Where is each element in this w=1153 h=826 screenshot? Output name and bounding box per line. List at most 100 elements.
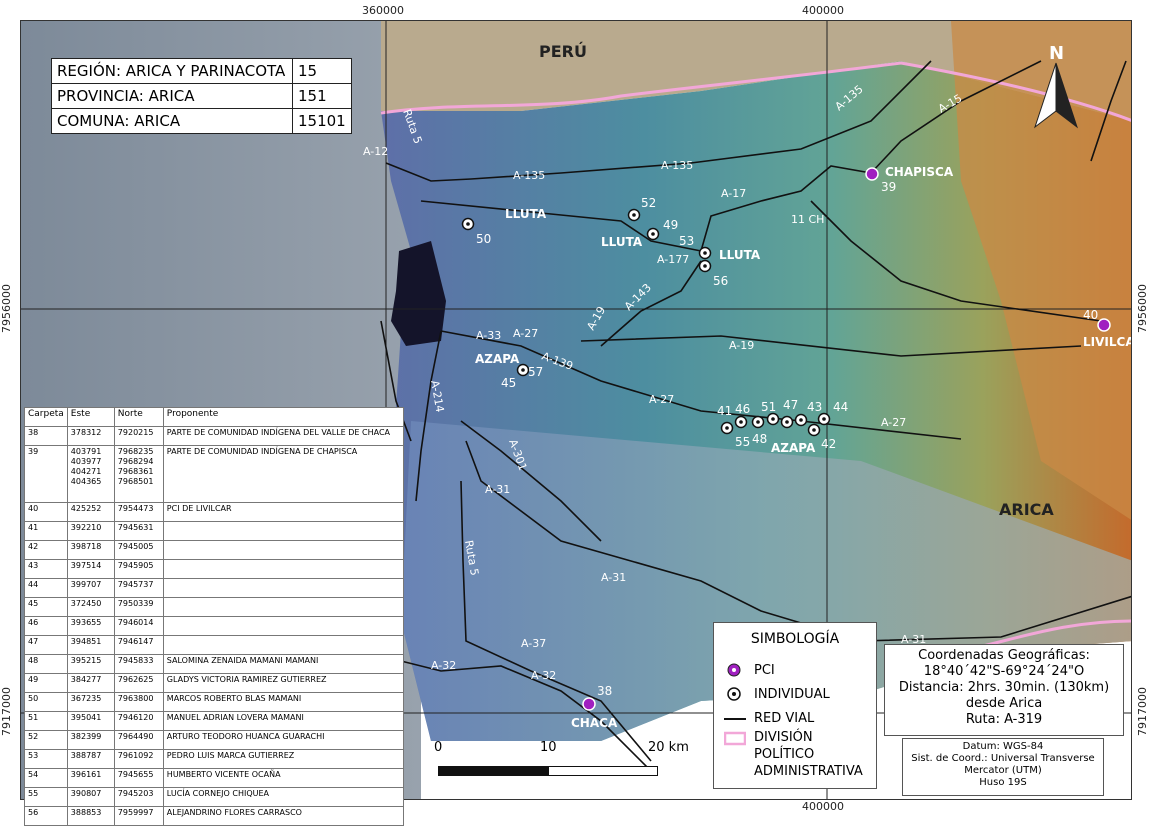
cell-norte: 7964490 <box>113 730 164 750</box>
geo-line-4: desde Arica <box>965 696 1043 711</box>
label-chaca: CHACA <box>571 716 618 730</box>
cell-proponente <box>162 616 405 636</box>
label-lluta-1: LLUTA <box>505 207 547 221</box>
cell-norte: 7945833 <box>113 654 164 674</box>
cell-este: 378312 <box>66 426 115 446</box>
header-norte: Norte <box>113 407 164 427</box>
cell-carpeta: 48 <box>24 654 68 674</box>
table-row: 52 382399 7964490 ARTURO TEODORO HUANCA GUA… <box>24 730 405 750</box>
cell-este: 388853 <box>66 806 115 826</box>
table-row: 42 398718 7945005 <box>24 540 405 560</box>
label-azapa-1: AZAPA <box>475 352 520 366</box>
cell-este: 367235 <box>66 692 115 712</box>
division-box-icon <box>724 731 746 746</box>
coord-right-top: 7956000 <box>1136 284 1149 333</box>
cell-proponente: ALEJANDRINO FLORES CARRASCO <box>162 806 405 826</box>
cell-proponente <box>162 540 405 560</box>
table-row: 44 399707 7945737 <box>24 578 405 598</box>
label-chapisca: CHAPISCA <box>885 165 954 179</box>
datum-line-2: Sist. de Coord.: Universal Transverse <box>911 753 1095 764</box>
legend-label-pci: PCI <box>754 662 775 678</box>
cell-norte: 7968235 7968294 7968361 7968501 <box>113 445 164 503</box>
road-label-a33: A-33 <box>476 329 501 342</box>
cell-este: 372450 <box>66 597 115 617</box>
cell-norte: 7946147 <box>113 635 164 655</box>
cell-proponente <box>162 578 405 598</box>
cell-este: 396161 <box>66 768 115 788</box>
scale-zero: 0 <box>434 740 443 755</box>
label-azapa-2: AZAPA <box>771 441 816 455</box>
map-frame: 360000 400000 360000 400000 7956000 7917… <box>0 0 1153 826</box>
table-row: 40 425252 7954473 PCI DE LIVILCAR <box>24 502 405 522</box>
geo-info-box: Coordenadas Geográficas: 18°40´42"S-69°2… <box>884 644 1124 736</box>
cell-carpeta: 51 <box>24 711 68 731</box>
cell-carpeta: 38 <box>24 426 68 446</box>
cell-proponente: LUCÍA CORNEJO CHIQUEA <box>162 787 405 807</box>
admin-code: 15 <box>292 58 352 84</box>
cell-proponente: PEDRO LUIS MARCA GUTIERREZ <box>162 749 405 769</box>
cell-proponente <box>162 597 405 617</box>
road-label-a17: A-17 <box>721 187 746 200</box>
cell-norte: 7945005 <box>113 540 164 560</box>
road-label-ch11: 11 CH <box>791 213 824 226</box>
cell-este: 403791 403977 404271 404365 <box>66 445 115 503</box>
admin-row: COMUNA: ARICA 15101 <box>51 108 352 134</box>
north-label: N <box>1049 43 1064 64</box>
cell-carpeta: 46 <box>24 616 68 636</box>
table-row: 56 388853 7959997 ALEJANDRINO FLORES CARRAS… <box>24 806 405 826</box>
legend-label-road: RED VIAL <box>754 711 815 726</box>
table-header-row: Carpeta Este Norte Proponente <box>24 407 405 427</box>
pci-point-38[interactable] <box>582 697 596 711</box>
scale-ten: 10 <box>540 740 557 755</box>
coord-left-top: 7956000 <box>0 284 13 333</box>
cell-norte: 7961092 <box>113 749 164 769</box>
road-label-a135: A-135 <box>513 169 545 182</box>
label-arica: ARICA <box>999 500 1054 519</box>
coord-top-right: 400000 <box>802 4 844 17</box>
cell-este: 382399 <box>66 730 115 750</box>
admin-row: PROVINCIA: ARICA 151 <box>51 83 352 109</box>
geo-line-5: Ruta: A-319 <box>965 712 1043 727</box>
point-label-55: 55 <box>735 435 750 449</box>
cell-norte: 7954473 <box>113 502 164 522</box>
admin-row: REGIÓN: ARICA Y PARINACOTA 15 <box>51 58 352 84</box>
point-label-42: 42 <box>821 437 836 451</box>
point-label-49: 49 <box>663 218 678 232</box>
cell-carpeta: 42 <box>24 540 68 560</box>
label-lluta-2: LLUTA <box>601 235 643 249</box>
cell-carpeta: 47 <box>24 635 68 655</box>
cell-norte: 7945655 <box>113 768 164 788</box>
point-label-47: 47 <box>783 398 798 412</box>
legend-item-division: DIVISIÓN POLÍTICO ADMINISTRATIVA <box>724 729 869 780</box>
cell-este: 425252 <box>66 502 115 522</box>
road-label-a19-2: A-19 <box>729 339 754 352</box>
label-lluta-3: LLUTA <box>719 248 761 262</box>
point-label-39: 39 <box>881 180 896 194</box>
coord-right-bottom: 7917000 <box>1136 687 1149 736</box>
cell-este: 392210 <box>66 521 115 541</box>
datum-line-4: Huso 19S <box>979 777 1027 788</box>
pci-point-40[interactable] <box>1097 318 1111 332</box>
road-label-a12: A-12 <box>363 145 388 158</box>
cell-carpeta: 39 <box>24 445 68 503</box>
cell-este: 388787 <box>66 749 115 769</box>
point-label-51: 51 <box>761 400 776 414</box>
cell-proponente: MARCOS ROBERTO BLAS MAMANI <box>162 692 405 712</box>
cell-norte: 7946120 <box>113 711 164 731</box>
pci-point-39[interactable] <box>865 167 879 181</box>
admin-label: PROVINCIA: ARICA <box>51 83 293 109</box>
scale-segment-dark <box>438 766 548 776</box>
table-row: 45 372450 7950339 <box>24 597 405 617</box>
cell-carpeta: 44 <box>24 578 68 598</box>
cell-norte: 7945631 <box>113 521 164 541</box>
cell-este: 393655 <box>66 616 115 636</box>
point-label-52: 52 <box>641 196 656 210</box>
legend-item-road: RED VIAL <box>724 711 814 726</box>
datum-line-1: Datum: WGS-84 <box>962 741 1044 752</box>
point-label-44: 44 <box>833 400 848 414</box>
cell-proponente: PCI DE LIVILCAR <box>162 502 405 522</box>
road-label-a27: A-27 <box>513 327 538 340</box>
cell-proponente <box>162 559 405 579</box>
header-proponente: Proponente <box>162 407 405 427</box>
cell-proponente: ARTURO TEODORO HUANCA GUARACHI <box>162 730 405 750</box>
